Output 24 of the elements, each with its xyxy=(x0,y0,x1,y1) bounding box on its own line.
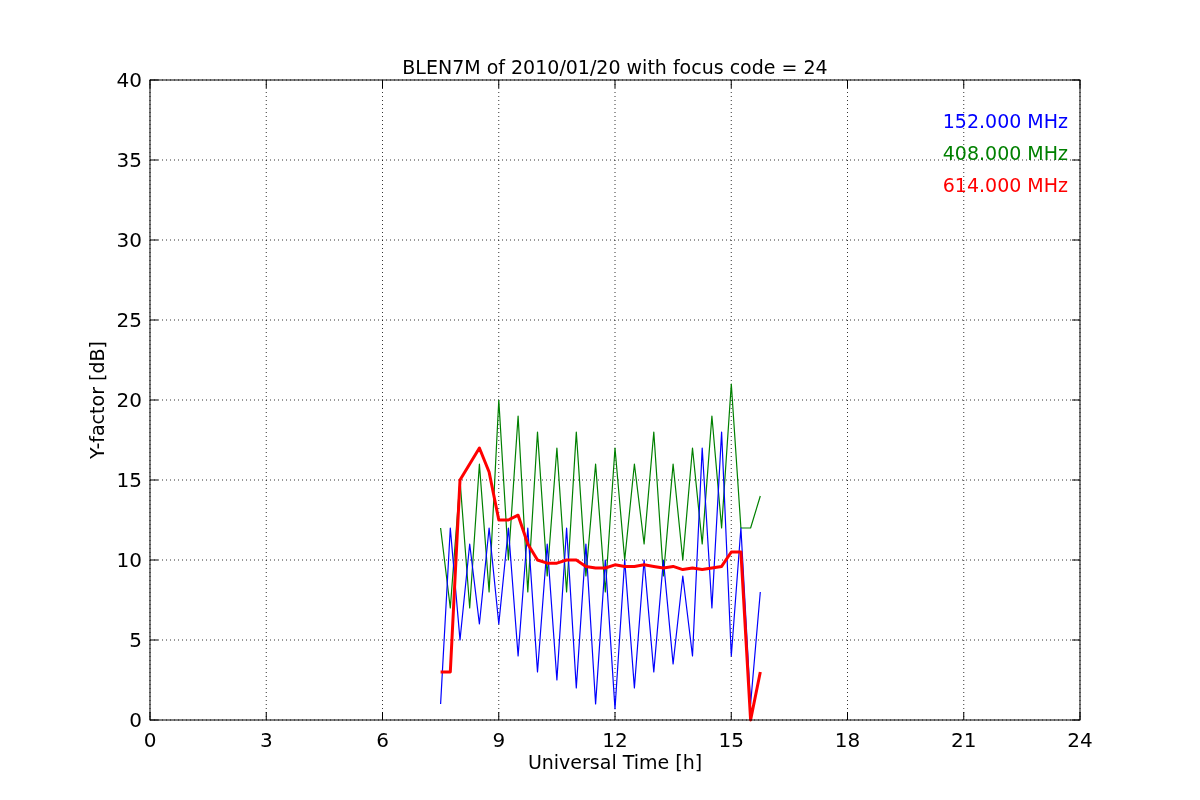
y-tick-label: 35 xyxy=(116,148,142,172)
y-tick-label: 40 xyxy=(116,68,142,92)
y-tick-label: 0 xyxy=(129,708,142,732)
x-tick-label: 6 xyxy=(376,728,389,752)
x-tick-label: 9 xyxy=(492,728,506,752)
x-tick-label: 21 xyxy=(951,728,977,752)
x-tick-label: 18 xyxy=(834,728,861,752)
y-tick-label: 25 xyxy=(116,308,142,332)
y-tick-label: 20 xyxy=(116,388,142,412)
x-tick-label: 12 xyxy=(602,728,628,752)
y-tick-label: 30 xyxy=(116,228,142,252)
legend-label: 408.000 MHz xyxy=(942,142,1068,164)
x-tick-label: 24 xyxy=(1067,728,1093,752)
y-tick-label: 15 xyxy=(116,468,142,492)
legend-label: 614.000 MHz xyxy=(942,174,1068,196)
chart-title: BLEN7M of 2010/01/20 with focus code = 24 xyxy=(402,56,828,78)
y-axis-label: Y-factor [dB] xyxy=(86,341,108,459)
x-tick-label: 0 xyxy=(143,728,157,752)
x-tick-label: 15 xyxy=(718,728,744,752)
legend-label: 152.000 MHz xyxy=(942,110,1068,132)
x-tick-label: 3 xyxy=(259,728,273,752)
y-tick-label: 5 xyxy=(129,628,142,652)
y-tick-label: 10 xyxy=(116,548,142,572)
x-axis-label: Universal Time [h] xyxy=(527,751,703,773)
